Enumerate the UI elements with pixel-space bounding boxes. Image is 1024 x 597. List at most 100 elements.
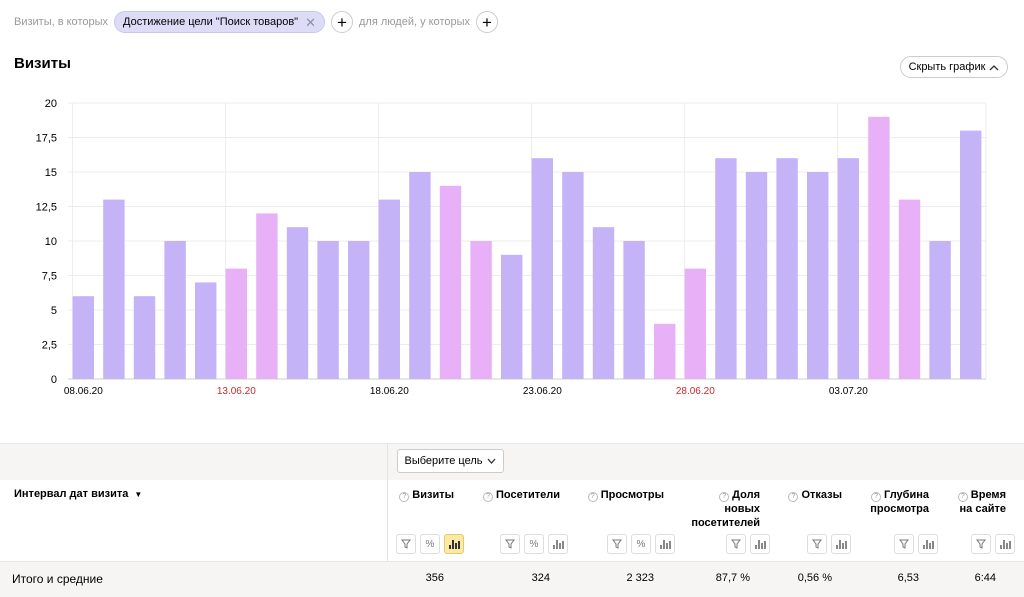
y-tick-label: 17,5 <box>36 133 57 145</box>
metric-header[interactable]: ? Просмотры <box>587 488 664 502</box>
help-icon[interactable]: ? <box>399 492 410 502</box>
goal-select-label: Выберите цель <box>404 455 483 467</box>
bar <box>164 241 186 379</box>
y-tick-label: 7,5 <box>42 271 57 283</box>
bar-chart-icon[interactable] <box>831 534 851 554</box>
percent-icon[interactable]: % <box>631 534 651 554</box>
metric-header-label: Отказы <box>801 489 842 501</box>
metric-header-label: новых <box>724 503 760 515</box>
y-tick-label: 5 <box>51 305 57 317</box>
bar-chart-icon[interactable] <box>548 534 568 554</box>
bar <box>286 227 309 379</box>
x-tick-label: 28.06.20 <box>676 386 715 397</box>
bar <box>684 268 707 379</box>
metric-header[interactable]: ? Отказы <box>788 488 842 502</box>
bar <box>715 158 737 379</box>
help-icon[interactable]: ? <box>871 492 882 502</box>
metric-total: 6:44 <box>974 572 996 584</box>
metric-total: 6,53 <box>897 572 919 584</box>
hide-chart-button[interactable]: Скрыть график <box>900 56 1008 78</box>
metric-header-label: Время <box>970 489 1006 501</box>
bar-chart-icon[interactable] <box>750 534 770 554</box>
metric-total: 2 323 <box>626 572 654 584</box>
bar <box>806 172 829 379</box>
metric-header-label: Посетители <box>496 489 560 501</box>
bar <box>623 241 645 379</box>
metric-header[interactable]: ? Глубина просмотра <box>870 488 929 516</box>
bar <box>500 254 523 379</box>
bar <box>776 158 798 379</box>
add-user-condition-button[interactable]: + <box>476 11 498 33</box>
metric-header-label: просмотра <box>870 503 929 515</box>
x-tick-label: 18.06.20 <box>370 386 409 397</box>
y-tick-label: 10 <box>45 236 57 248</box>
x-tick-label: 23.06.20 <box>523 386 562 397</box>
close-icon[interactable]: ✕ <box>305 16 316 29</box>
bar <box>225 268 248 379</box>
bar <box>929 241 951 379</box>
bar-chart-icon[interactable] <box>995 534 1015 554</box>
dimension-header[interactable]: Интервал дат визита ▼ <box>14 488 142 500</box>
y-tick-label: 20 <box>45 98 57 110</box>
help-icon[interactable]: ? <box>957 492 968 502</box>
bar-chart-icon[interactable] <box>918 534 938 554</box>
filter-icon[interactable] <box>607 534 627 554</box>
y-tick-label: 2,5 <box>42 340 57 352</box>
y-tick-label: 12,5 <box>36 202 57 214</box>
help-icon[interactable]: ? <box>788 492 799 502</box>
metric-header-label: Визиты <box>412 489 454 501</box>
metric-header-label: на сайте <box>959 503 1006 515</box>
help-icon[interactable]: ? <box>587 492 598 502</box>
filter-icon[interactable] <box>971 534 991 554</box>
percent-icon[interactable]: % <box>420 534 440 554</box>
percent-icon[interactable]: % <box>524 534 544 554</box>
dimension-header-label: Интервал дат визита <box>14 488 129 500</box>
bar <box>439 185 462 379</box>
filter-icon[interactable] <box>396 534 416 554</box>
bar <box>317 241 339 379</box>
segment-filter-bar: Визиты, в которых Достижение цели "Поиск… <box>14 10 498 34</box>
metric-total: 356 <box>425 572 444 584</box>
metric-header[interactable]: ? Время на сайте <box>957 488 1006 516</box>
y-tick-label: 0 <box>51 374 57 386</box>
help-icon[interactable]: ? <box>483 492 494 502</box>
bar <box>592 227 615 379</box>
metric-header[interactable]: ? Посетители <box>483 488 560 502</box>
filter-icon[interactable] <box>807 534 827 554</box>
goal-select[interactable]: Выберите цель <box>397 449 504 473</box>
bar <box>409 172 431 379</box>
metric-header[interactable]: ? Визиты <box>399 488 454 502</box>
x-tick-label: 03.07.20 <box>829 386 868 397</box>
metric-total: 0,56 % <box>797 572 832 584</box>
bar <box>103 199 125 379</box>
filter-prefix: Визиты, в которых <box>14 16 108 28</box>
metric-header-label: посетителей <box>691 517 760 529</box>
help-icon[interactable]: ? <box>719 492 730 502</box>
chevron-down-icon <box>487 458 496 464</box>
metric-total: 87,7 % <box>715 572 750 584</box>
bar <box>837 158 860 379</box>
chevron-up-icon <box>989 64 999 70</box>
bar-chart-icon[interactable] <box>444 534 464 554</box>
filter-icon[interactable] <box>894 534 914 554</box>
x-tick-label: 13.06.20 <box>217 386 256 397</box>
bar <box>653 323 676 379</box>
x-tick-label: 08.06.20 <box>64 386 103 397</box>
filter-icon[interactable] <box>726 534 746 554</box>
bar <box>347 241 370 379</box>
goal-filter-chip[interactable]: Достижение цели "Поиск товаров" ✕ <box>114 11 325 33</box>
table-toolbar <box>0 443 1024 480</box>
bar <box>745 172 768 379</box>
metric-header-label: Просмотры <box>600 489 664 501</box>
filter-icon[interactable] <box>500 534 520 554</box>
bar <box>531 158 554 379</box>
bar-chart-icon[interactable] <box>655 534 675 554</box>
metric-header[interactable]: ? Доля новых посетителей <box>691 488 760 530</box>
metric-total: 324 <box>531 572 550 584</box>
bar <box>133 296 156 379</box>
hide-chart-label: Скрыть график <box>908 61 986 73</box>
bar <box>72 296 95 379</box>
section-title: Визиты <box>14 55 71 72</box>
y-tick-label: 15 <box>45 167 57 179</box>
add-visit-condition-button[interactable]: + <box>331 11 353 33</box>
